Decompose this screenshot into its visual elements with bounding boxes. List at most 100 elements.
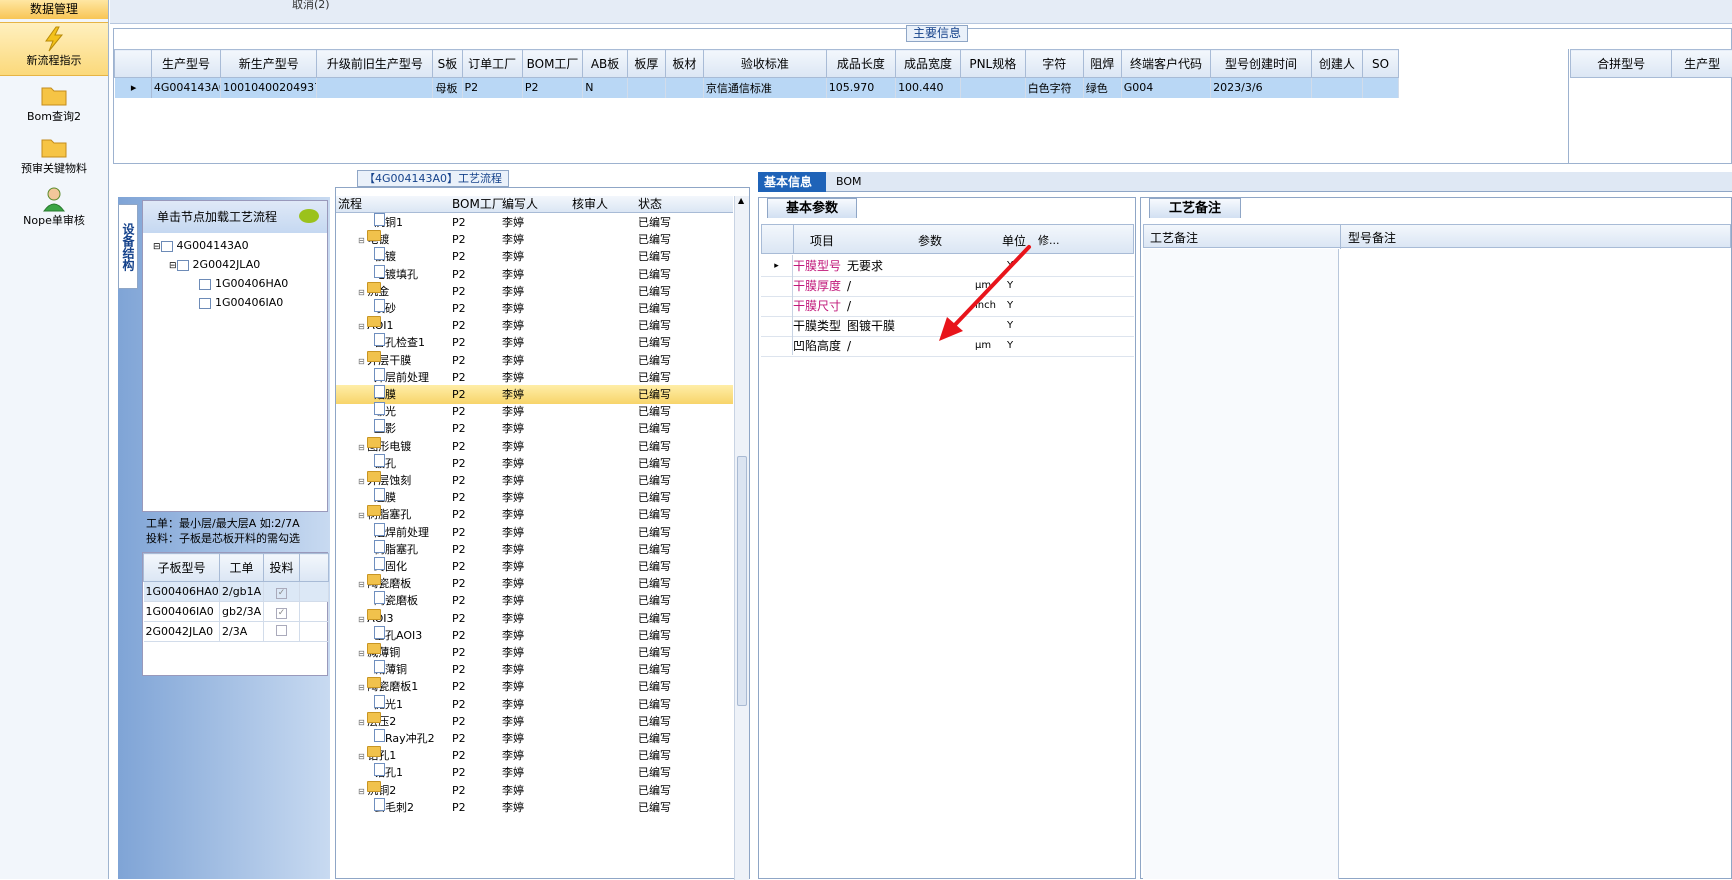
- table-row[interactable]: 2G0042JLA0 2/3A: [143, 621, 329, 642]
- column-header[interactable]: 验收标准: [702, 49, 827, 78]
- tree-node[interactable]: 1G00406IA0: [199, 296, 283, 309]
- column-header[interactable]: 合拼型号: [1569, 49, 1673, 78]
- tab-bom[interactable]: BOM: [830, 172, 868, 192]
- table-row[interactable]: 1G00406HA0 2/gb1A ✓: [143, 581, 329, 602]
- flow-row[interactable]: ⊟ 树脂塞孔 P2 李婷 已编写: [336, 505, 733, 524]
- param-value[interactable]: 图镀干膜: [847, 315, 895, 337]
- collapse-icon[interactable]: ⊟: [358, 236, 367, 245]
- column-header[interactable]: 子板型号: [143, 553, 220, 582]
- flow-row[interactable]: ⊟ 减薄铜 P2 李婷 已编写: [336, 643, 733, 662]
- flow-row[interactable]: ⊟ AOI3P2李婷已编写: [336, 608, 733, 628]
- column-header[interactable]: 项目: [810, 232, 834, 249]
- collapse-icon[interactable]: ⊟: [358, 752, 367, 761]
- flow-row[interactable]: 减薄铜 P2 李婷 已编写: [336, 660, 733, 679]
- flow-row[interactable]: 喷砂 P2 李婷 已编写: [336, 299, 733, 318]
- flow-row[interactable]: ⊟ 层压2 P2 李婷 已编写: [336, 711, 733, 731]
- table-cell[interactable]: G004: [1121, 77, 1212, 98]
- param-item[interactable]: 干膜型号: [793, 255, 841, 277]
- flow-row[interactable]: 盲孔检查1 P2 李婷 已编写: [336, 333, 733, 352]
- table-cell[interactable]: gb2/3A: [219, 601, 264, 622]
- column-header[interactable]: 新生产型号: [220, 49, 318, 78]
- collapse-icon[interactable]: ⊟: [358, 683, 367, 692]
- tab-basic-params[interactable]: 基本参数: [767, 198, 857, 218]
- collapse-icon[interactable]: ⊟: [358, 787, 367, 796]
- table-cell[interactable]: 白色字符: [1025, 77, 1084, 98]
- table-cell[interactable]: [299, 601, 329, 622]
- table-cell[interactable]: 绿色: [1083, 77, 1122, 98]
- table-cell[interactable]: 10010400204937: [220, 77, 318, 98]
- column-header[interactable]: 订单工厂: [461, 49, 523, 78]
- param-item[interactable]: 干膜厚度: [793, 275, 841, 297]
- collapse-icon[interactable]: ⊟: [358, 357, 367, 366]
- tab-basic-info[interactable]: 基本信息: [758, 172, 826, 192]
- flow-row[interactable]: 板镀 P2 李婷 已编写: [336, 247, 733, 266]
- flow-row[interactable]: 显影 P2 李婷 已编写: [336, 419, 733, 438]
- flow-row[interactable]: ⊟ 沉金P2李婷已编写: [336, 281, 733, 301]
- column-header[interactable]: 工单: [219, 553, 264, 582]
- flow-row[interactable]: ⊟ 陶瓷磨板 P2 李婷 已编写: [336, 574, 733, 593]
- table-cell[interactable]: [263, 621, 300, 642]
- sidebar-item-new-flow[interactable]: 新流程指示: [0, 22, 108, 76]
- sidebar-item-prereview[interactable]: 预审关键物料: [0, 134, 108, 180]
- collapse-icon[interactable]: ⊟: [358, 322, 367, 331]
- column-header[interactable]: AB板: [582, 49, 628, 78]
- sidebar-header[interactable]: 数据管理: [0, 0, 108, 19]
- flow-row[interactable]: 曝光 P2 李婷 已编写: [336, 402, 733, 421]
- flow-row[interactable]: ⊟ 钻孔1 P2 李婷 已编写: [336, 746, 733, 765]
- table-cell[interactable]: ✓: [263, 581, 300, 602]
- column-header[interactable]: SO: [1362, 49, 1399, 78]
- table-cell[interactable]: [1362, 77, 1399, 98]
- collapse-icon[interactable]: ⊟: [358, 443, 367, 452]
- flow-row[interactable]: ⊟ 图形电镀 P2 李婷 已编写: [336, 436, 733, 456]
- tree-node[interactable]: ⊟ 2G0042JLA0: [169, 258, 260, 271]
- collapse-icon[interactable]: ⊟: [358, 580, 367, 589]
- collapse-icon[interactable]: ⊟: [358, 511, 367, 520]
- table-cell[interactable]: 2023/3/6: [1210, 77, 1312, 98]
- column-header[interactable]: 阻焊: [1082, 49, 1122, 78]
- table-cell[interactable]: [316, 77, 434, 98]
- table-cell[interactable]: 母板: [432, 77, 463, 98]
- param-value[interactable]: /: [847, 275, 851, 297]
- flow-row[interactable]: ⊟ 外层干膜 P2 李婷 已编写: [336, 350, 733, 370]
- flow-row[interactable]: 电镀填孔 P2 李婷 已编写: [336, 264, 733, 284]
- column-header[interactable]: 终端客户代码: [1120, 49, 1212, 78]
- tab-process-remark[interactable]: 工艺备注: [1149, 198, 1241, 218]
- column-header[interactable]: 生产型号: [150, 49, 222, 78]
- table-cell[interactable]: 2G0042JLA0: [143, 621, 220, 642]
- flow-row[interactable]: ⊟ 陶瓷磨板1 P2 李婷 已编写: [336, 677, 733, 696]
- table-cell[interactable]: [665, 77, 704, 98]
- flow-row[interactable]: 钻孔1 P2 李婷 已编写: [336, 763, 733, 782]
- scroll-thumb[interactable]: [737, 456, 747, 706]
- column-header[interactable]: 生产型: [1671, 49, 1732, 78]
- flow-row[interactable]: ⊟ AOI1P2李婷已编写: [336, 316, 733, 335]
- table-cell[interactable]: 100.440: [895, 77, 961, 98]
- flow-scrollbar[interactable]: ▲: [734, 196, 749, 880]
- table-cell[interactable]: [1311, 77, 1364, 98]
- table-row[interactable]: 1G00406IA0 gb2/3A ✓: [143, 601, 329, 622]
- flow-row[interactable]: 去毛刺2 P2 李婷 已编写: [336, 797, 733, 817]
- flow-row[interactable]: ⊟ 沉铜2 P2 李婷 已编写: [336, 780, 733, 800]
- table-cell[interactable]: 京信通信标准: [703, 77, 827, 98]
- param-item[interactable]: 干膜类型: [793, 315, 841, 337]
- cancel-label[interactable]: 取消(2): [292, 0, 330, 12]
- column-header[interactable]: S板: [432, 49, 463, 78]
- table-cell[interactable]: 4G004143A0: [151, 77, 222, 98]
- table-cell[interactable]: 1G00406IA0: [143, 601, 220, 622]
- table-cell[interactable]: P2: [522, 77, 584, 98]
- table-cell[interactable]: 2/3A: [219, 621, 264, 642]
- feed-checkbox[interactable]: [276, 624, 287, 636]
- column-header[interactable]: 流程: [338, 196, 362, 212]
- collapse-icon[interactable]: ⊟: [358, 718, 367, 727]
- table-cell[interactable]: P2: [462, 77, 523, 98]
- column-header[interactable]: 工艺备注: [1150, 229, 1198, 246]
- column-header[interactable]: 创建人: [1310, 49, 1364, 78]
- table-cell[interactable]: 2/gb1A: [219, 581, 264, 602]
- column-header[interactable]: BOM工厂: [521, 49, 584, 78]
- process-remark-text[interactable]: [1143, 249, 1339, 879]
- table-cell[interactable]: [960, 77, 1026, 98]
- param-item[interactable]: 凹陷高度: [793, 335, 841, 357]
- flow-row[interactable]: 镀孔 P2 李婷 已编写: [336, 453, 733, 473]
- column-header[interactable]: 核审人: [572, 196, 608, 212]
- table-cell[interactable]: 1G00406HA0: [143, 581, 220, 602]
- column-header[interactable]: 型号备注: [1348, 229, 1396, 246]
